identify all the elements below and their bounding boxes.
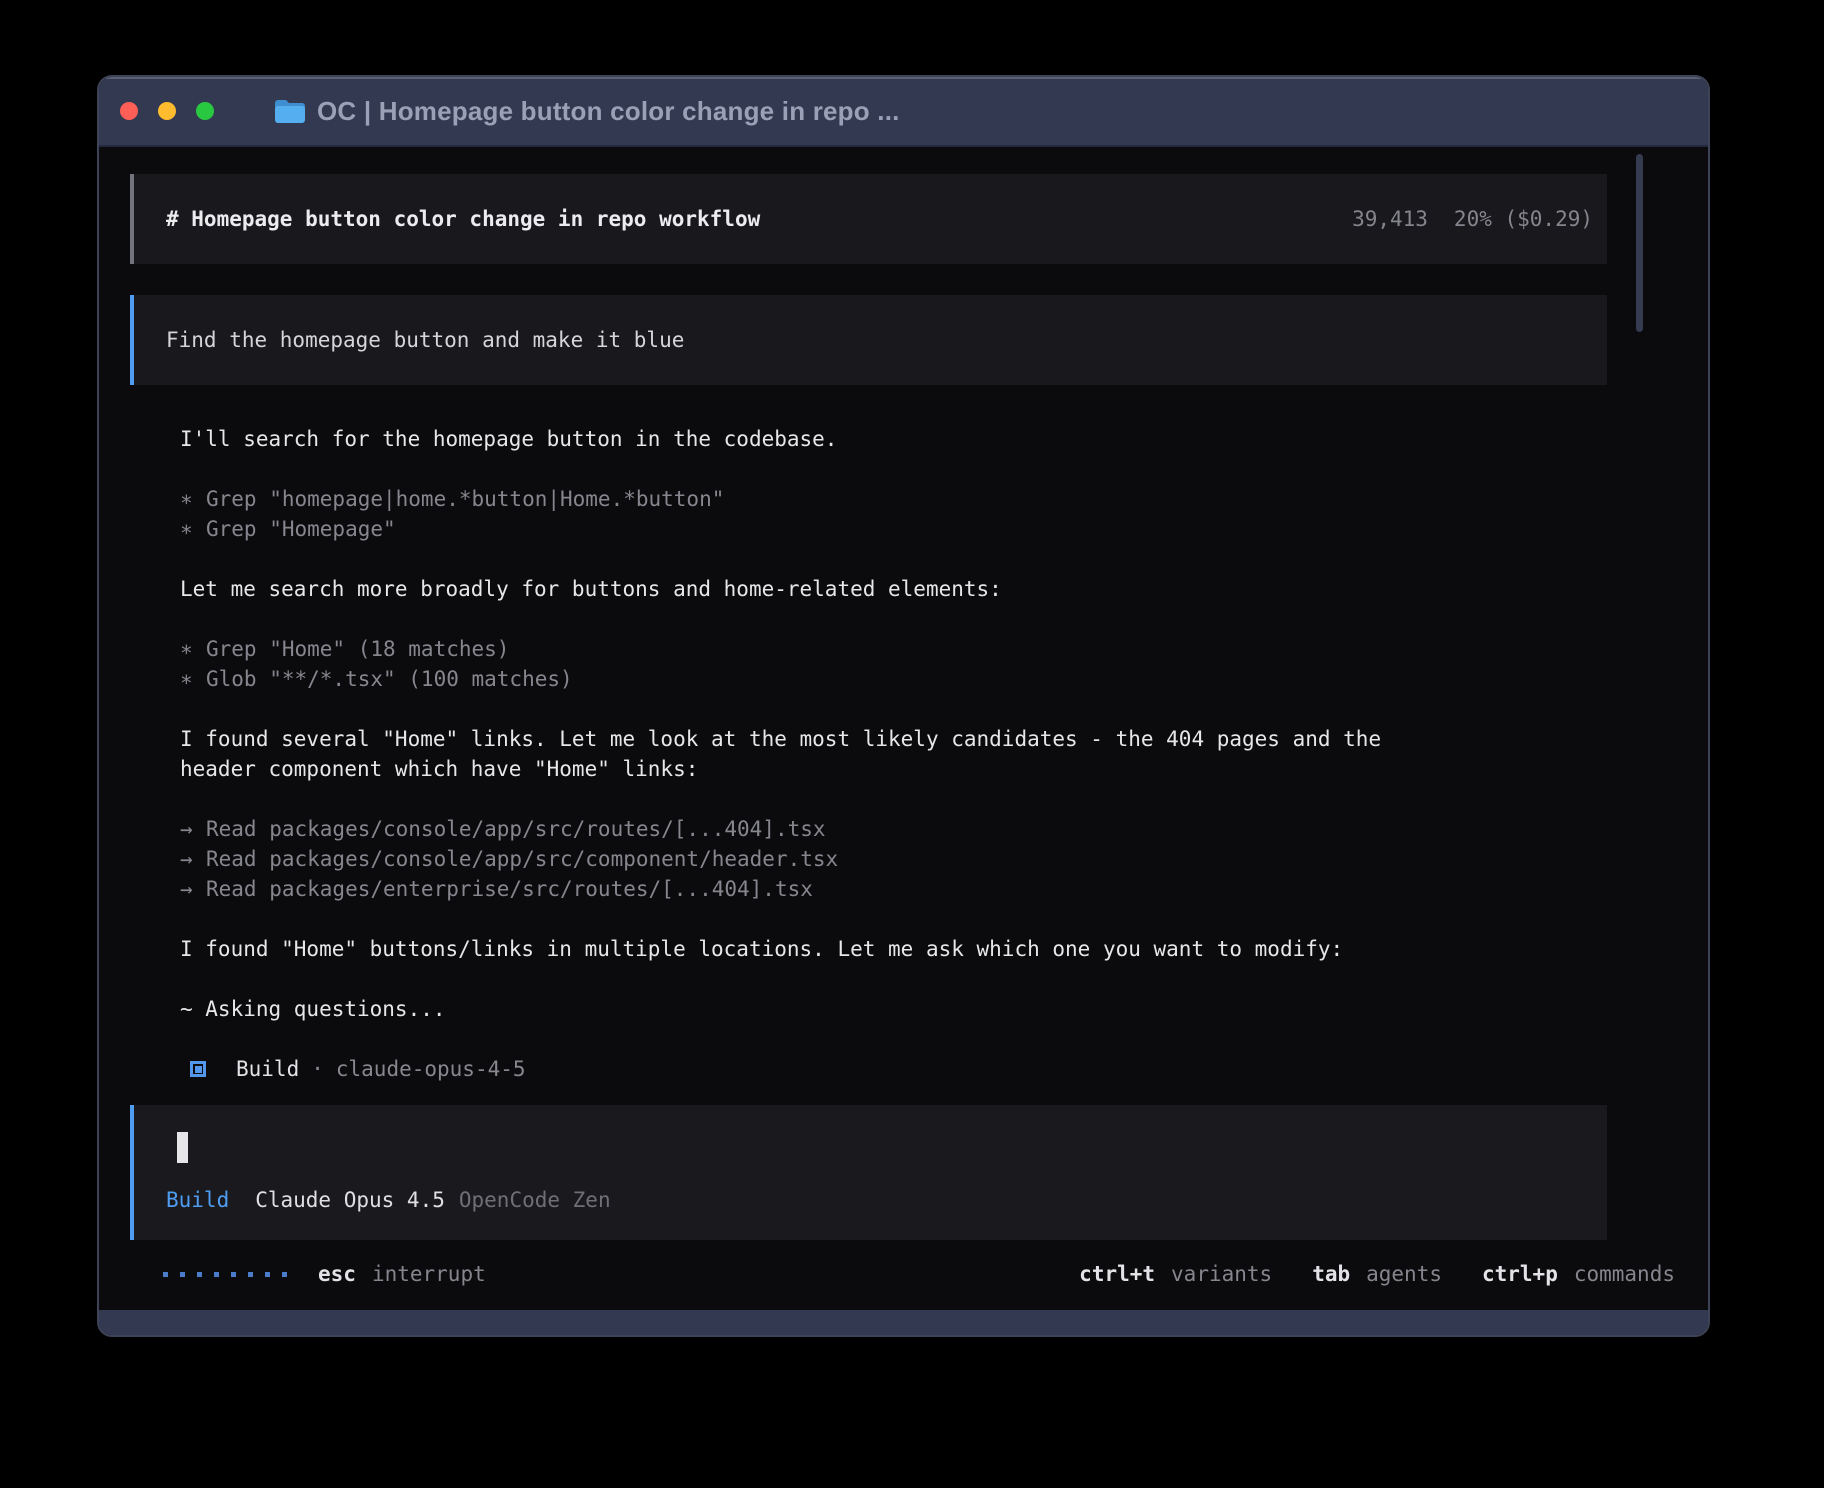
agent-name: Build bbox=[236, 1054, 299, 1084]
build-agent-icon bbox=[190, 1061, 206, 1077]
window-titlebar[interactable]: OC | Homepage button color change in rep… bbox=[99, 77, 1708, 147]
text-cursor bbox=[177, 1132, 188, 1163]
assistant-activity: ~ Asking questions... bbox=[180, 994, 1610, 1024]
scrollbar-thumb[interactable] bbox=[1636, 154, 1643, 332]
tool-call: ∗ Grep "homepage|home.*button|Home.*butt… bbox=[180, 484, 1610, 514]
activity-spinner bbox=[163, 1272, 287, 1277]
tool-call: → Read packages/console/app/src/componen… bbox=[180, 844, 1610, 874]
tool-call-group: ∗ Grep "homepage|home.*button|Home.*butt… bbox=[180, 484, 1610, 544]
assistant-text: I found several "Home" links. Let me loo… bbox=[180, 724, 1610, 784]
shortcut-commands: ctrl+p commands bbox=[1482, 1259, 1675, 1289]
tool-call: → Read packages/enterprise/src/routes/[.… bbox=[180, 874, 1610, 904]
tool-call: ∗ Glob "**/*.tsx" (100 matches) bbox=[180, 664, 1610, 694]
context-usage: 20% ($0.29) bbox=[1454, 204, 1593, 234]
asterisk-icon: ∗ bbox=[180, 634, 206, 664]
tool-call-text: Grep "homepage|home.*button|Home.*button… bbox=[206, 484, 724, 514]
tool-call: → Read packages/console/app/src/routes/[… bbox=[180, 814, 1610, 844]
assistant-text: I'll search for the homepage button in t… bbox=[180, 424, 1610, 454]
folder-icon bbox=[274, 98, 306, 125]
terminal-window: OC | Homepage button color change in rep… bbox=[97, 75, 1710, 1337]
esc-label: interrupt bbox=[372, 1259, 486, 1289]
shortcut-key: ctrl+t bbox=[1079, 1259, 1155, 1289]
arrow-right-icon: → bbox=[180, 814, 206, 844]
traffic-lights bbox=[120, 102, 214, 120]
provider-name: OpenCode Zen bbox=[459, 1185, 611, 1215]
session-title: # Homepage button color change in repo w… bbox=[166, 204, 760, 234]
window-title: OC | Homepage button color change in rep… bbox=[317, 96, 900, 127]
token-count: 39,413 bbox=[1352, 204, 1428, 234]
model-name: Claude Opus 4.5 bbox=[255, 1185, 445, 1215]
session-stats: 39,413 20% ($0.29) bbox=[1352, 204, 1593, 234]
zoom-window-button[interactable] bbox=[196, 102, 214, 120]
tool-call-text: Read packages/console/app/src/routes/[..… bbox=[206, 814, 826, 844]
title-group: OC | Homepage button color change in rep… bbox=[274, 96, 900, 127]
conversation: I'll search for the homepage button in t… bbox=[180, 424, 1610, 1114]
shortcut-key: tab bbox=[1312, 1259, 1350, 1289]
asterisk-icon: ∗ bbox=[180, 484, 206, 514]
agent-selector[interactable]: Build bbox=[166, 1185, 229, 1215]
model-id: claude-opus-4-5 bbox=[336, 1054, 526, 1084]
user-message-text: Find the homepage button and make it blu… bbox=[166, 325, 684, 355]
tool-call-group: ∗ Grep "Home" (18 matches) ∗ Glob "**/*.… bbox=[180, 634, 1610, 694]
terminal-content: # Homepage button color change in repo w… bbox=[99, 149, 1708, 1310]
asterisk-icon: ∗ bbox=[180, 514, 206, 544]
tool-call-text: Glob "**/*.tsx" (100 matches) bbox=[206, 664, 573, 694]
input-status-line: Build Claude Opus 4.5 OpenCode Zen bbox=[166, 1185, 611, 1215]
shortcut-key: ctrl+p bbox=[1482, 1259, 1558, 1289]
session-header: # Homepage button color change in repo w… bbox=[130, 174, 1607, 264]
desktop-background: OC | Homepage button color change in rep… bbox=[0, 0, 1824, 1488]
tool-call-text: Read packages/enterprise/src/routes/[...… bbox=[206, 874, 813, 904]
separator-dot: · bbox=[311, 1054, 324, 1084]
tool-call-text: Grep "Home" (18 matches) bbox=[206, 634, 509, 664]
shortcut-list: ctrl+t variants tab agents ctrl+p comman… bbox=[1079, 1259, 1675, 1289]
tool-call-group: → Read packages/console/app/src/routes/[… bbox=[180, 814, 1610, 904]
agent-status: Build · claude-opus-4-5 bbox=[180, 1054, 1610, 1084]
prompt-input[interactable]: Build Claude Opus 4.5 OpenCode Zen bbox=[130, 1105, 1607, 1240]
shortcut-interrupt: esc interrupt bbox=[318, 1259, 486, 1289]
tool-call-text: Grep "Homepage" bbox=[206, 514, 396, 544]
user-message: Find the homepage button and make it blu… bbox=[130, 295, 1607, 385]
shortcut-agents: tab agents bbox=[1312, 1259, 1442, 1289]
tool-call-text: Read packages/console/app/src/component/… bbox=[206, 844, 838, 874]
esc-key: esc bbox=[318, 1259, 356, 1289]
arrow-right-icon: → bbox=[180, 844, 206, 874]
close-window-button[interactable] bbox=[120, 102, 138, 120]
tool-call: ∗ Grep "Homepage" bbox=[180, 514, 1610, 544]
status-bar: esc interrupt ctrl+t variants tab agents… bbox=[99, 1259, 1708, 1289]
shortcut-label: commands bbox=[1574, 1259, 1675, 1289]
asterisk-icon: ∗ bbox=[180, 664, 206, 694]
shortcut-label: variants bbox=[1171, 1259, 1272, 1289]
assistant-text: Let me search more broadly for buttons a… bbox=[180, 574, 1610, 604]
minimize-window-button[interactable] bbox=[158, 102, 176, 120]
assistant-text: I found "Home" buttons/links in multiple… bbox=[180, 934, 1610, 964]
tool-call: ∗ Grep "Home" (18 matches) bbox=[180, 634, 1610, 664]
shortcut-variants: ctrl+t variants bbox=[1079, 1259, 1272, 1289]
arrow-right-icon: → bbox=[180, 874, 206, 904]
window-bottom-edge bbox=[99, 1310, 1708, 1335]
shortcut-label: agents bbox=[1366, 1259, 1442, 1289]
